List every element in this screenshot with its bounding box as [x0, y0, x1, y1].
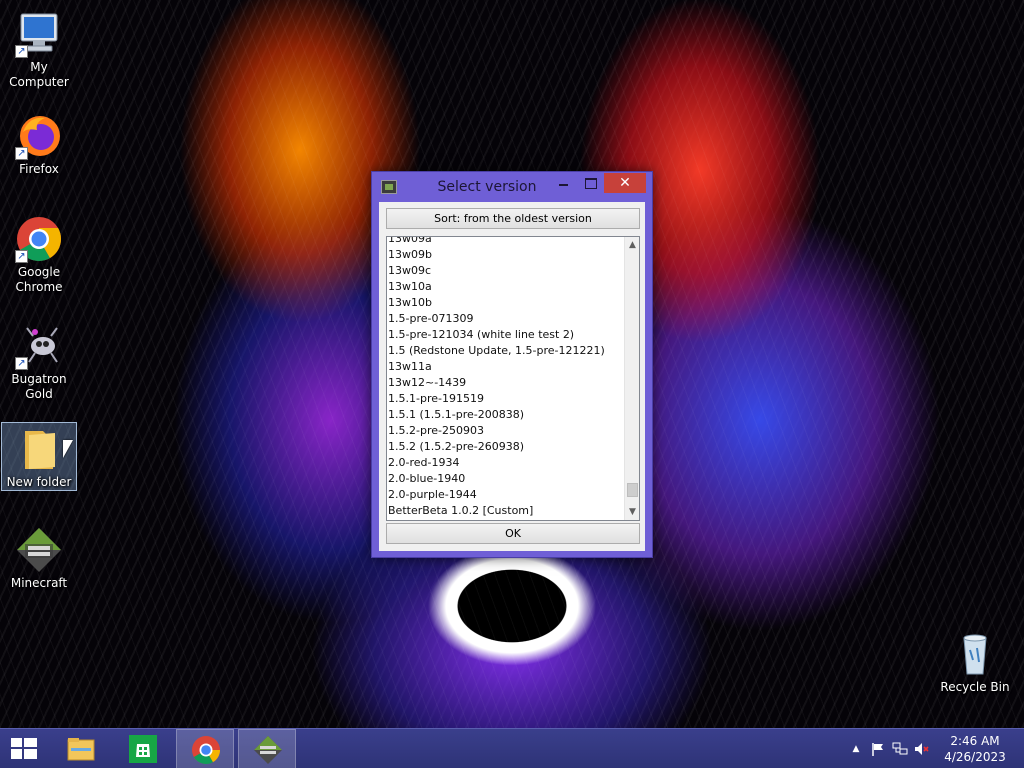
- version-list-item[interactable]: 2.0-blue-1940: [387, 471, 625, 487]
- version-list-item[interactable]: 1.5.2 (1.5.2-pre-260938): [387, 439, 625, 455]
- system-tray: ▲ 2:46 AM 4/26/2023: [844, 729, 1024, 768]
- version-list-item[interactable]: BetterBeta 1.0.2 [Custom]: [387, 503, 625, 519]
- desktop-icon-label: Minecraft: [10, 576, 68, 590]
- taskbar-chrome[interactable]: [176, 729, 234, 768]
- windows-logo-icon: [11, 738, 37, 760]
- desktop-icon-google-chrome[interactable]: ↗ Google Chrome: [1, 215, 77, 295]
- dialog-body: Sort: from the oldest version 13w09a 13w0…: [379, 202, 645, 551]
- version-list-item[interactable]: 1.5-pre-121034 (white line test 2): [387, 327, 625, 343]
- taskbar: ▲ 2:46 AM 4/26/2023: [0, 728, 1024, 768]
- clock-time: 2:46 AM: [950, 734, 1000, 748]
- mouse-cursor: [63, 440, 73, 458]
- desktop-icon-label: Recycle Bin: [940, 680, 1010, 694]
- desktop-icon-my-computer[interactable]: ↗ My Computer: [1, 10, 77, 90]
- shortcut-arrow-icon: ↗: [15, 250, 28, 263]
- minecraft-icon: [253, 735, 283, 765]
- version-list-item[interactable]: 13w10a: [387, 279, 625, 295]
- version-list-item[interactable]: 1.5.1-pre-191519: [387, 391, 625, 407]
- version-list-item[interactable]: 1.5.1 (1.5.1-pre-200838): [387, 407, 625, 423]
- shortcut-arrow-icon: ↗: [15, 357, 28, 370]
- version-list-item[interactable]: 13w09c: [387, 263, 625, 279]
- version-list-item[interactable]: 13w11a: [387, 359, 625, 375]
- scroll-thumb[interactable]: [627, 483, 638, 497]
- version-list[interactable]: 13w09a 13w09b 13w09c 13w10a 13w10b 1.5-pre-07…: [386, 236, 640, 521]
- version-list-item[interactable]: 13w12~-1439: [387, 375, 625, 391]
- desktop-icon-firefox[interactable]: ↗ Firefox: [1, 112, 77, 177]
- file-explorer-icon: [66, 734, 96, 764]
- start-button[interactable]: [0, 729, 48, 768]
- version-list-item[interactable]: 1.5-pre-071309: [387, 311, 625, 327]
- close-icon: ✕: [619, 175, 631, 191]
- taskbar-store[interactable]: [114, 729, 172, 768]
- version-list-item[interactable]: 1.5.2-pre-250903: [387, 423, 625, 439]
- chrome-icon: ↗: [15, 215, 63, 263]
- dialog-titlebar[interactable]: Select version ✕: [372, 172, 652, 202]
- version-list-item[interactable]: 2.0-purple-1944: [387, 487, 625, 503]
- desktop-icon-bugatron-gold[interactable]: ↗ Bugatron Gold: [1, 322, 77, 402]
- bugatron-icon: ↗: [15, 322, 63, 370]
- version-list-item[interactable]: 2.0-red-1934: [387, 455, 625, 471]
- version-list-item[interactable]: 1.5 (Redstone Update, 1.5-pre-121221): [387, 343, 625, 359]
- version-list-item[interactable]: 13w10b: [387, 295, 625, 311]
- desktop-icon-recycle-bin[interactable]: Recycle Bin: [937, 630, 1013, 695]
- close-button[interactable]: ✕: [604, 173, 646, 193]
- show-hidden-icons-icon[interactable]: ▲: [848, 741, 864, 757]
- clock-date: 4/26/2023: [944, 750, 1006, 764]
- volume-muted-icon[interactable]: [914, 741, 930, 757]
- shortcut-arrow-icon: ↗: [15, 147, 28, 160]
- maximize-button[interactable]: [578, 173, 602, 193]
- shortcut-arrow-icon: ↗: [15, 45, 28, 58]
- recycle-bin-icon: [951, 630, 999, 678]
- desktop-icon-label: Google Chrome: [15, 265, 63, 294]
- sort-button[interactable]: Sort: from the oldest version: [386, 208, 640, 229]
- version-list-item[interactable]: 13w09a: [387, 237, 625, 247]
- store-icon: [128, 734, 158, 764]
- scroll-down-icon[interactable]: ▼: [625, 504, 639, 520]
- minimize-button[interactable]: [552, 173, 576, 193]
- ok-button[interactable]: OK: [386, 523, 640, 544]
- network-icon[interactable]: [892, 741, 908, 757]
- desktop-icon-label: New folder: [6, 475, 72, 489]
- desktop-icon-minecraft[interactable]: Minecraft: [1, 526, 77, 591]
- desktop-icon-label: Bugatron Gold: [11, 372, 67, 401]
- taskbar-file-explorer[interactable]: [52, 729, 110, 768]
- computer-icon: ↗: [15, 10, 63, 58]
- desktop-icon-label: My Computer: [9, 60, 69, 89]
- select-version-dialog: Select version ✕ Sort: from the oldest v…: [371, 171, 653, 558]
- folder-icon: [15, 425, 63, 473]
- taskbar-minecraft[interactable]: [238, 729, 296, 768]
- list-scrollbar[interactable]: ▲ ▼: [624, 237, 639, 520]
- firefox-icon: ↗: [15, 112, 63, 160]
- version-list-item[interactable]: 13w09b: [387, 247, 625, 263]
- clock[interactable]: 2:46 AM 4/26/2023: [940, 733, 1010, 765]
- action-center-flag-icon[interactable]: [870, 741, 886, 757]
- scroll-up-icon[interactable]: ▲: [625, 237, 639, 253]
- version-list-item[interactable]: MCDiverge Latest [Custom]: [387, 519, 625, 520]
- minecraft-icon: [15, 526, 63, 574]
- version-list-items: 13w09a 13w09b 13w09c 13w10a 13w10b 1.5-pre-07…: [387, 237, 625, 520]
- chrome-icon: [191, 735, 221, 765]
- desktop-icon-label: Firefox: [19, 162, 59, 176]
